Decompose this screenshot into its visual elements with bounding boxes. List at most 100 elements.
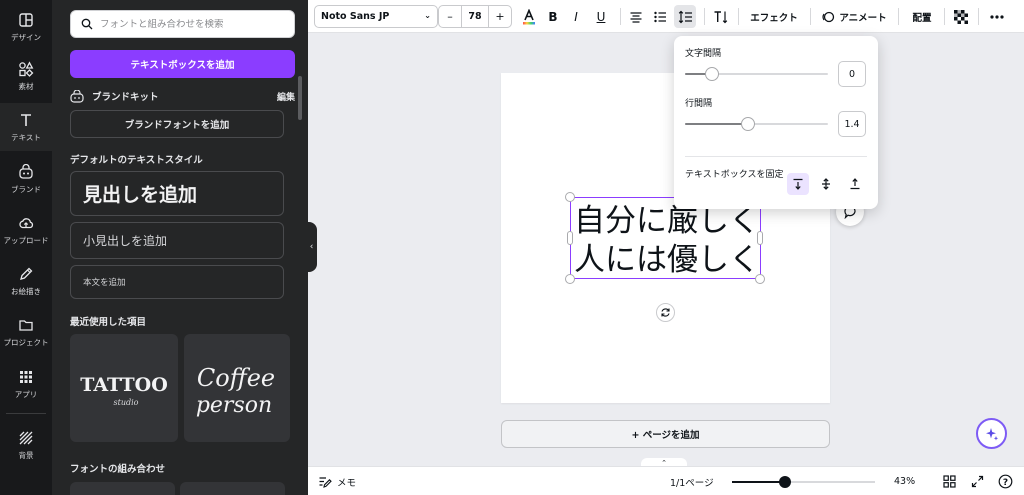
letter-spacing-slider[interactable] (685, 67, 828, 81)
line-spacing-label: 行間隔 (685, 99, 713, 109)
spacing-icon (678, 10, 692, 23)
resize-handle-top-left[interactable] (565, 192, 575, 202)
sparkle-icon (985, 427, 998, 440)
rail-item-projects[interactable]: プロジェクト (0, 308, 52, 356)
font-family-dropdown[interactable]: Noto Sans JP ⌄ (314, 5, 438, 28)
line-spacing-slider[interactable] (685, 117, 828, 131)
rail-item-brand[interactable]: ブランド (0, 155, 52, 203)
letter-spacing-label: 文字間隔 (685, 49, 722, 59)
rail-item-background[interactable]: 背景 (0, 421, 52, 469)
fullscreen-button[interactable] (971, 472, 984, 491)
decrease-size-button[interactable]: – (439, 6, 461, 27)
effects-button[interactable]: エフェクト (744, 5, 804, 28)
anchor-bottom-button[interactable] (844, 173, 866, 195)
zoom-knob[interactable] (778, 476, 791, 488)
text-panel: テキストボックスを追加 ブランドキット 編集 ブランドフォントを追加 デフォルト… (52, 0, 308, 495)
more-horizontal-icon (990, 14, 1004, 19)
anchor-top-button[interactable] (787, 173, 809, 195)
font-combos-title: フォントの組み合わせ (70, 464, 166, 475)
notes-button[interactable]: メモ (318, 472, 356, 491)
align-center-button[interactable] (626, 5, 646, 28)
increase-size-button[interactable]: + (489, 6, 511, 27)
default-styles-title: デフォルトのテキストスタイル (70, 155, 203, 166)
magic-assistant-button[interactable] (976, 418, 1007, 449)
brand-kit-label: ブランドキット (92, 92, 159, 103)
grid-view-button[interactable] (943, 472, 956, 491)
transparency-button[interactable] (950, 5, 972, 28)
page-indicator[interactable]: 1/1ページ (670, 472, 714, 491)
recent-items-title: 最近使用した項目 (70, 317, 147, 328)
resize-handle-bottom-left[interactable] (565, 274, 575, 284)
font-size-value[interactable]: 78 (461, 6, 489, 27)
line-spacing-input[interactable]: 1.4 (838, 111, 866, 137)
font-search-box[interactable] (70, 10, 295, 38)
resize-handle-left[interactable] (567, 231, 573, 245)
anchor-middle-button[interactable] (815, 173, 837, 195)
rail-item-design[interactable]: デザイン (0, 3, 52, 51)
more-options-button[interactable] (986, 5, 1008, 28)
coffee-line1: Coffee (197, 364, 275, 392)
panel-scrollbar[interactable] (298, 76, 302, 120)
notes-icon (319, 476, 332, 488)
bold-button[interactable]: B (543, 5, 563, 28)
rail-item-elements[interactable]: 素材 (0, 52, 52, 100)
toolbar-divider (898, 8, 899, 25)
letter-spacing-input[interactable]: 0 (838, 61, 866, 87)
list-button[interactable] (650, 5, 670, 28)
vertical-text-button[interactable] (710, 5, 732, 28)
anchor-bottom-icon (850, 178, 860, 190)
rail-item-text[interactable]: テキスト (0, 103, 52, 151)
underline-button[interactable]: U (591, 5, 611, 28)
zoom-level[interactable]: 43% (894, 472, 915, 491)
popover-divider (685, 156, 867, 157)
grid-view-icon (943, 475, 956, 488)
brand-kit-edit-link[interactable]: 編集 (277, 90, 295, 103)
text-icon (21, 113, 31, 126)
add-subheading-button[interactable]: 小見出しを追加 (70, 222, 284, 259)
font-family-value: Noto Sans JP (321, 11, 390, 22)
add-brand-font-button[interactable]: ブランドフォントを追加 (70, 110, 284, 138)
toolbar-divider (620, 8, 621, 25)
resize-handle-right[interactable] (757, 231, 763, 245)
layout-icon (19, 12, 33, 27)
font-size-stepper[interactable]: – 78 + (438, 5, 512, 28)
collapse-panel-button[interactable]: ‹ (306, 222, 317, 272)
vertical-text-icon (714, 10, 728, 23)
slider-fill (685, 123, 748, 125)
rotate-handle[interactable] (656, 303, 675, 322)
rail-label: デザイン (11, 32, 41, 42)
brand-kit-icon (70, 89, 84, 103)
selected-text-box[interactable]: 自分に厳しく 人には優しく (570, 197, 761, 279)
help-icon: ? (998, 474, 1013, 489)
resize-handle-bottom-right[interactable] (755, 274, 765, 284)
font-combo-card[interactable] (180, 482, 285, 495)
spacing-button[interactable] (674, 5, 696, 28)
rotate-icon (661, 308, 670, 317)
recent-item-tattoo[interactable]: TATTOO studio (70, 334, 178, 442)
upload-icon (19, 217, 34, 228)
add-heading-button[interactable]: 見出しを追加 (70, 171, 284, 216)
rail-item-uploads[interactable]: アップロード (0, 206, 52, 254)
canvas-text[interactable]: 自分に厳しく 人には優しく (574, 202, 762, 280)
zoom-slider[interactable] (732, 476, 875, 488)
italic-button[interactable]: I (566, 5, 586, 28)
add-body-text-button[interactable]: 本文を追加 (70, 265, 284, 299)
rail-label: ブランド (11, 184, 41, 194)
animate-button[interactable]: アニメート (818, 5, 890, 28)
rail-item-apps[interactable]: アプリ (0, 360, 52, 408)
help-glyph: ? (1003, 478, 1008, 488)
slider-knob[interactable] (705, 67, 720, 81)
bullet-list-icon (654, 11, 666, 22)
recent-item-coffee[interactable]: Coffee person (184, 334, 290, 442)
help-button[interactable]: ? (998, 472, 1013, 491)
rail-item-draw[interactable]: お絵描き (0, 257, 52, 305)
text-color-button[interactable] (518, 5, 540, 28)
add-textbox-button[interactable]: テキストボックスを追加 (70, 50, 295, 78)
folder-icon (19, 319, 33, 331)
position-button[interactable]: 配置 (906, 5, 938, 28)
font-combo-card[interactable] (70, 482, 175, 495)
rail-label: アップロード (3, 235, 49, 245)
slider-knob[interactable] (740, 117, 755, 131)
add-page-button[interactable]: + ページを追加 (501, 420, 830, 448)
font-search-input[interactable] (100, 18, 290, 30)
